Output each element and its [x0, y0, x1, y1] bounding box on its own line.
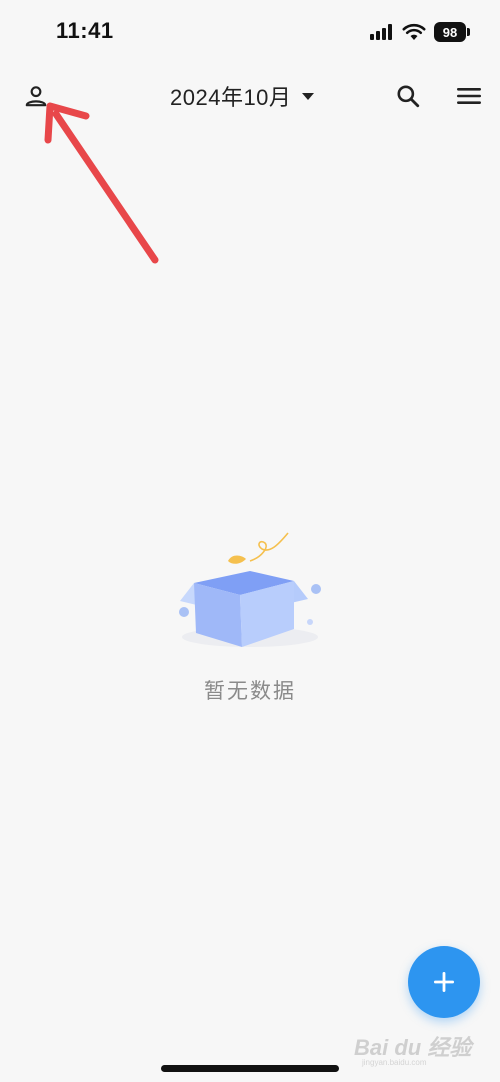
status-bar: 11:41 98: [0, 0, 500, 64]
wifi-icon: [402, 23, 426, 40]
profile-button[interactable]: [18, 78, 54, 114]
home-indicator[interactable]: [161, 1065, 339, 1072]
add-button[interactable]: [408, 946, 480, 1018]
status-icons: 98: [370, 22, 470, 42]
hamburger-menu-icon: [457, 88, 481, 104]
month-label: 2024年10月: [170, 85, 292, 110]
plus-icon: [434, 972, 454, 992]
search-icon: [397, 85, 420, 108]
caret-down-icon: [302, 93, 315, 100]
watermark: Bai du 经验 jingyan.baidu.com: [354, 1026, 494, 1067]
empty-state: 暂无数据: [0, 525, 500, 715]
month-picker[interactable]: 2024年10月: [170, 80, 315, 112]
signal-icon: [370, 24, 392, 40]
app-screen: 11:41 98 2024年10月 暂无数据 Bai du 经验 jingyan…: [0, 0, 500, 1082]
empty-box-icon: [179, 532, 321, 647]
person-icon: [25, 86, 47, 107]
status-time: 11:41: [56, 18, 114, 43]
empty-message: 暂无数据: [204, 680, 296, 703]
watermark-url: jingyan.baidu.com: [362, 1058, 427, 1067]
top-app-bar: 2024年10月: [0, 68, 500, 126]
battery-icon: 98: [434, 22, 470, 42]
search-button[interactable]: [390, 78, 426, 114]
menu-button[interactable]: [451, 78, 487, 114]
